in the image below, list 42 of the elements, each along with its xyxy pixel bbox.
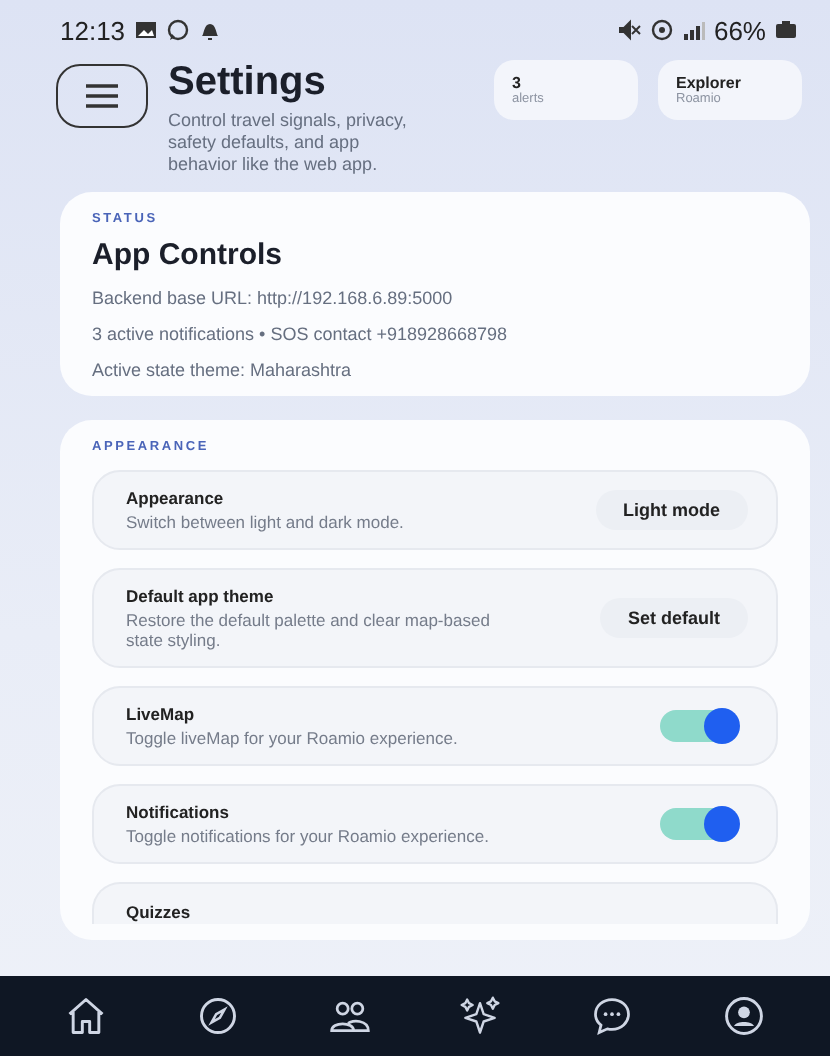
setting-title: LiveMap bbox=[126, 704, 197, 724]
menu-icon bbox=[82, 82, 122, 110]
status-line: Backend base URL: http://192.168.6.89:5000 bbox=[92, 288, 455, 308]
status-line: Active state theme: Maharashtra bbox=[92, 360, 354, 380]
chat-icon bbox=[590, 994, 635, 1038]
compass-icon bbox=[195, 994, 240, 1038]
setting-title: Appearance bbox=[126, 488, 226, 508]
setting-title: Default app theme bbox=[126, 586, 276, 606]
chat-icon bbox=[165, 18, 190, 42]
action-button[interactable]: Set default bbox=[599, 598, 748, 638]
image-icon bbox=[133, 18, 158, 42]
action-button[interactable]: Light mode bbox=[595, 490, 748, 530]
bell-icon bbox=[197, 18, 222, 42]
chip-value: 3 bbox=[512, 74, 523, 92]
profile-icon bbox=[722, 994, 767, 1038]
setting-title: Quizzes bbox=[126, 902, 191, 922]
battery-icon bbox=[774, 18, 798, 42]
page-title: Settings bbox=[168, 60, 328, 106]
nav-button[interactable] bbox=[590, 994, 635, 1038]
home-icon bbox=[63, 994, 108, 1038]
menu-button[interactable] bbox=[56, 64, 148, 128]
signal-icon bbox=[681, 18, 706, 42]
toggle-switch[interactable] bbox=[660, 808, 736, 840]
battery-percent: 66% bbox=[713, 15, 766, 45]
mute-icon bbox=[617, 18, 642, 42]
toggle-switch[interactable] bbox=[660, 710, 736, 742]
clock-time: 12:13 bbox=[60, 15, 126, 45]
nav-button[interactable] bbox=[458, 994, 503, 1038]
chip-value: Explorer bbox=[676, 74, 743, 92]
page-subtitle: Control travel signals, privacy, safety defaults, and app behavior like the web app. bbox=[168, 110, 409, 176]
status-line: 3 active notifications • SOS contact +918928668798 bbox=[92, 324, 510, 344]
nav-button[interactable] bbox=[63, 994, 108, 1038]
hotspot-icon bbox=[649, 18, 674, 42]
sparkles-icon bbox=[458, 994, 503, 1038]
nav-button[interactable] bbox=[195, 994, 240, 1038]
nav-button[interactable] bbox=[722, 994, 767, 1038]
setting-description: Switch between light and dark mode. bbox=[126, 512, 406, 532]
setting-description: Restore the default palette and clear map-based state styling. bbox=[126, 610, 492, 650]
setting-description: Toggle liveMap for your Roamio experience. bbox=[126, 728, 460, 748]
setting-title: Notifications bbox=[126, 802, 231, 822]
setting-description: Toggle notifications for your Roamio experience. bbox=[126, 826, 491, 846]
card-title: App Controls bbox=[92, 238, 284, 272]
